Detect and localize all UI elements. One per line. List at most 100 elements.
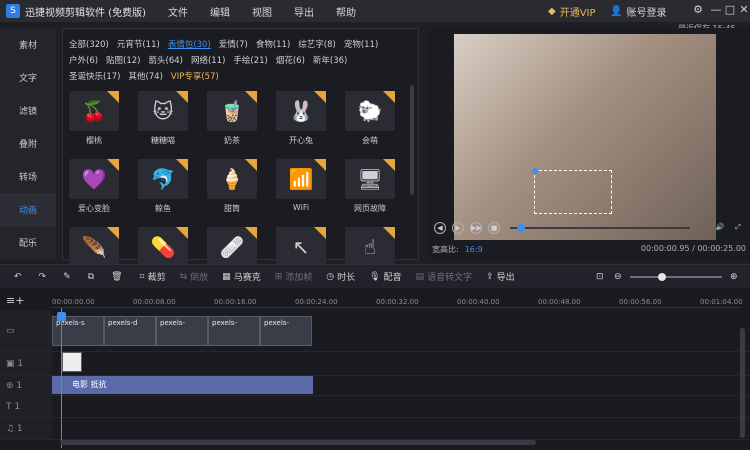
category-tag[interactable]: 手绘(21) xyxy=(233,53,267,69)
sticker-item[interactable]: 🐱 糖糖喵 xyxy=(138,91,188,147)
music-track: ♫ 1 xyxy=(0,418,750,440)
category-tag[interactable]: 表情包(30) xyxy=(168,37,211,53)
nav-item-music[interactable]: 配乐 xyxy=(0,226,56,259)
sticker-item[interactable]: 📶 WiFi xyxy=(276,159,326,215)
category-tag[interactable]: 全部(320) xyxy=(69,37,109,53)
add-track-icon[interactable]: ≡+ xyxy=(6,294,24,307)
category-tag[interactable]: 烟花(6) xyxy=(276,53,305,69)
toolbar-button[interactable]: ↶ xyxy=(14,272,25,282)
playhead-line[interactable] xyxy=(61,308,62,448)
edit-toolbar: ↶ ↷ ✎ ⧉ 🗑 ⌗ 裁剪 ⇆ 倒放 ▦ 马赛克 ⊞ 添加帧 ◷ 时长 🎙 配音 ▤ 语音转文字 ⇪ 导出 ⊡ ⊖ ⊕ xyxy=(0,264,750,288)
close-button[interactable]: ✕ xyxy=(736,3,750,16)
video-clip[interactable]: pexels-d xyxy=(104,316,156,346)
stop-button[interactable]: ■ xyxy=(488,222,500,234)
menu-export[interactable]: 导出 xyxy=(294,4,314,19)
fullscreen-icon[interactable]: ⤢ xyxy=(732,222,744,234)
next-frame-button[interactable]: ▶▶ xyxy=(470,222,482,234)
zoom-slider-knob[interactable] xyxy=(658,273,666,281)
toolbar-button[interactable]: ⌗ 裁剪 xyxy=(140,270,166,284)
rotate-handle[interactable] xyxy=(532,168,538,174)
category-tag[interactable]: 箭头(64) xyxy=(149,53,183,69)
nav-item-overlay[interactable]: 叠附 xyxy=(0,127,56,160)
ruler-tick: 00:00:32.00 xyxy=(376,298,419,306)
toolbar-button[interactable]: ⊞ 添加帧 xyxy=(275,270,313,284)
preview-progress-knob[interactable] xyxy=(516,224,525,232)
vip-corner-badge xyxy=(245,227,257,239)
video-preview[interactable] xyxy=(454,34,716,240)
category-tag[interactable]: 元宵节(11) xyxy=(117,37,160,53)
toolbar-button[interactable]: ▦ 马赛克 xyxy=(222,270,261,284)
nav-item-filter[interactable]: 滤镜 xyxy=(0,94,56,127)
vip-corner-badge xyxy=(107,227,119,239)
sticker-item[interactable]: 🍦 甜筒 xyxy=(207,159,257,215)
category-tag[interactable]: 新年(36) xyxy=(313,53,347,69)
sticker-thumb: 🖥 xyxy=(345,159,395,199)
timeline-h-scrollbar[interactable] xyxy=(60,440,536,445)
video-clip[interactable]: pexels- xyxy=(156,316,208,346)
menu-help[interactable]: 帮助 xyxy=(336,4,356,19)
fit-icon[interactable]: ⊡ xyxy=(596,272,604,282)
sticker-item[interactable]: 🖥 网页故障 xyxy=(345,159,395,215)
category-tag[interactable]: 宠物(11) xyxy=(344,37,378,53)
aspect-ratio[interactable]: 宽高比: 16:9 xyxy=(432,244,483,255)
prev-frame-button[interactable]: ◀ xyxy=(434,222,446,234)
category-tag[interactable]: 圣诞快乐(17) xyxy=(69,69,120,85)
toolbar-button[interactable]: ⇪ 导出 xyxy=(486,270,515,284)
zoom-slider-track[interactable] xyxy=(630,276,722,278)
sticker-selection-box[interactable] xyxy=(532,168,612,214)
settings-icon[interactable]: ⚙ xyxy=(690,3,706,16)
sticker-item[interactable]: 🐰 开心兔 xyxy=(276,91,326,147)
toolbar-button[interactable]: ▤ 语音转文字 xyxy=(416,270,473,284)
toolbar-button[interactable]: ⧉ xyxy=(88,272,97,282)
sticker-item[interactable]: 🐬 鲸鱼 xyxy=(138,159,188,215)
toolbar-button[interactable]: ⇆ 倒放 xyxy=(180,270,209,284)
video-clip[interactable]: pexels- xyxy=(208,316,260,346)
sticker-clip[interactable] xyxy=(62,352,82,372)
preview-progress-track[interactable] xyxy=(510,227,690,229)
library-scrollbar[interactable] xyxy=(410,85,414,195)
toolbar-button[interactable]: ✎ xyxy=(63,272,74,282)
subtitle-clip[interactable]: 电影 抵抗 xyxy=(52,376,313,394)
toolbar-button[interactable]: ↷ xyxy=(39,272,50,282)
play-button[interactable]: ▶ xyxy=(452,222,464,234)
toolbar-button[interactable]: 🗑 xyxy=(111,272,125,282)
nav-item-animation[interactable]: 动画 xyxy=(0,193,56,226)
zoom-out-icon[interactable]: ⊖ xyxy=(614,272,622,282)
nav-item-material[interactable]: 素材 xyxy=(0,28,56,61)
menu-file[interactable]: 文件 xyxy=(168,4,188,19)
login-button[interactable]: 👤 账号登录 xyxy=(610,4,666,19)
sticker-item[interactable]: 🍒 樱桃 xyxy=(69,91,119,147)
toolbar-button[interactable]: ◷ 时长 xyxy=(326,270,355,284)
category-tag[interactable]: 贴图(12) xyxy=(106,53,140,69)
sticker-thumb: 🍒 xyxy=(69,91,119,131)
toolbar-icon: ⧉ xyxy=(87,271,95,282)
sticker-item[interactable]: 🐑 会萌 xyxy=(345,91,395,147)
app-logo-icon: S xyxy=(6,4,20,18)
video-clip[interactable]: pexels- xyxy=(260,316,312,346)
category-tag[interactable]: 食物(11) xyxy=(256,37,290,53)
zoom-in-icon[interactable]: ⊕ xyxy=(730,272,738,282)
playhead-handle[interactable] xyxy=(57,312,66,321)
category-tag[interactable]: VIP专享(57) xyxy=(171,69,219,85)
category-tag[interactable]: 爱情(7) xyxy=(219,37,248,53)
sticker-item[interactable]: 💜 爱心变脸 xyxy=(69,159,119,215)
nav-item-text[interactable]: 文字 xyxy=(0,61,56,94)
toolbar-button[interactable]: 🎙 配音 xyxy=(369,270,401,284)
category-tag[interactable]: 其他(74) xyxy=(128,69,162,85)
nav-item-transition[interactable]: 转场 xyxy=(0,160,56,193)
menu-view[interactable]: 视图 xyxy=(252,4,272,19)
sticker-item[interactable]: 🧋 奶茶 xyxy=(207,91,257,147)
user-icon: 👤 xyxy=(610,6,623,17)
vip-button[interactable]: ◆ 开通VIP xyxy=(548,4,596,19)
menu-edit[interactable]: 编辑 xyxy=(210,4,230,19)
sticker-library: 全部(320) 元宵节(11) 表情包(30) 爱情(7) 食物(11) 综艺字(8) 宠物… xyxy=(62,28,419,267)
timeline-v-scrollbar[interactable] xyxy=(740,328,745,438)
volume-icon[interactable]: 🔊 xyxy=(714,222,726,234)
category-tag[interactable]: 网络(11) xyxy=(191,53,225,69)
time-ruler[interactable]: 00:00:00.00 00:00:08.00 00:00:16.00 00:00:2… xyxy=(52,288,743,308)
sticker-glyph: 🍒 xyxy=(81,99,107,123)
category-tag[interactable]: 户外(6) xyxy=(69,53,98,69)
timeline: 00:00:00.00 00:00:08.00 00:00:16.00 00:00:2… xyxy=(0,288,750,450)
category-tag[interactable]: 综艺字(8) xyxy=(298,37,336,53)
vip-corner-badge xyxy=(383,159,395,171)
